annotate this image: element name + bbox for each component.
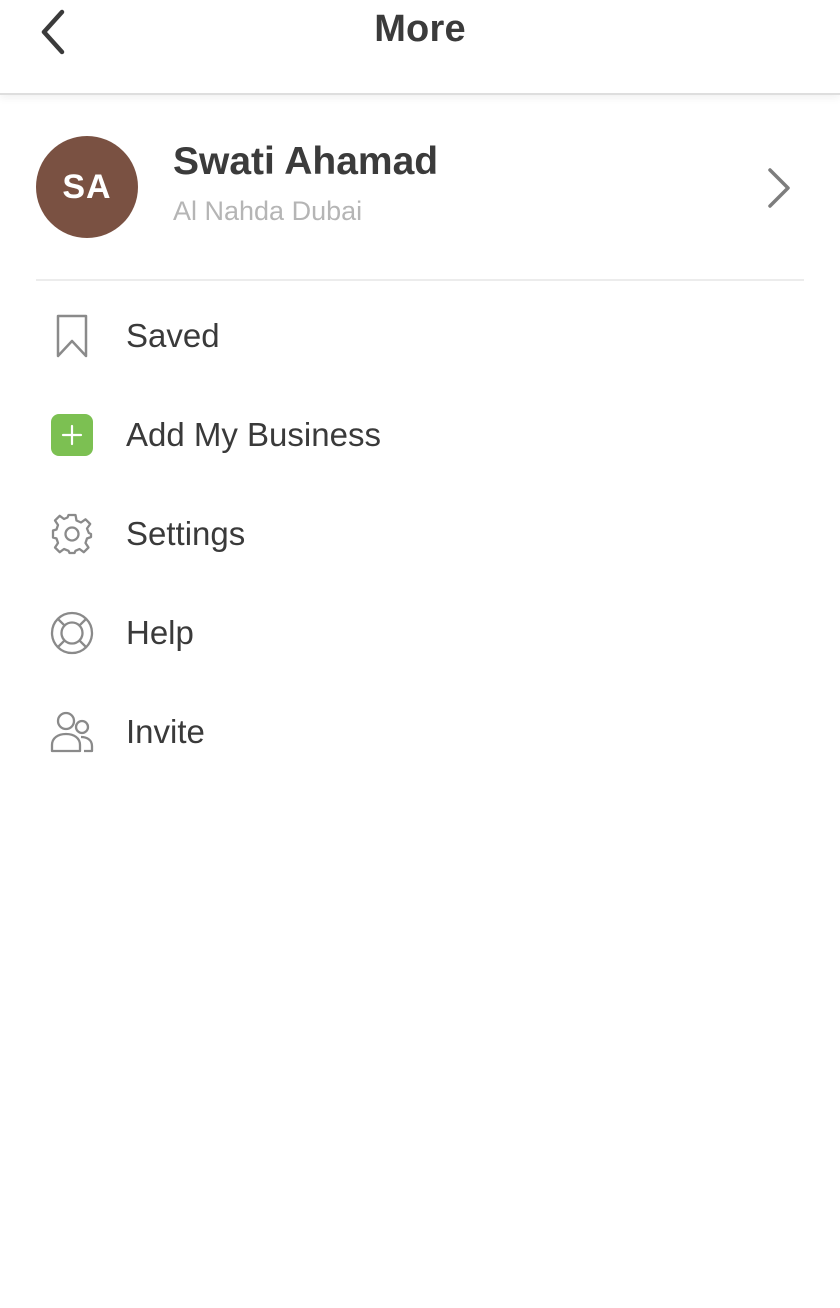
menu-item-saved[interactable]: Saved bbox=[0, 286, 840, 385]
top-bar: More bbox=[0, 0, 840, 95]
plus-square-icon bbox=[50, 413, 94, 457]
menu-item-settings[interactable]: Settings bbox=[0, 484, 840, 583]
profile-name: Swati Ahamad bbox=[173, 140, 439, 183]
menu-item-label: Invite bbox=[126, 712, 205, 750]
divider bbox=[36, 279, 804, 281]
page-title: More bbox=[374, 8, 466, 50]
menu-item-invite[interactable]: Invite bbox=[0, 682, 840, 781]
menu-item-help[interactable]: Help bbox=[0, 583, 840, 682]
menu-item-add-business[interactable]: Add My Business bbox=[0, 385, 840, 484]
avatar-initials: SA bbox=[62, 167, 112, 206]
menu-item-label: Saved bbox=[126, 316, 220, 354]
menu-item-label: Settings bbox=[126, 514, 246, 552]
profile-card[interactable]: SA Swati Ahamad Al Nahda Dubai bbox=[36, 120, 804, 256]
users-icon bbox=[50, 710, 94, 754]
profile-location: Al Nahda Dubai bbox=[173, 196, 363, 226]
bookmark-icon bbox=[50, 314, 94, 358]
gear-icon bbox=[50, 512, 94, 556]
chevron-right-icon bbox=[768, 168, 790, 208]
menu-item-label: Add My Business bbox=[126, 415, 381, 453]
menu-item-label: Help bbox=[126, 613, 194, 651]
menu-list: Saved Add My Business Settings Help Invi… bbox=[0, 286, 840, 781]
lifebuoy-icon bbox=[50, 611, 94, 655]
avatar: SA bbox=[36, 136, 138, 238]
